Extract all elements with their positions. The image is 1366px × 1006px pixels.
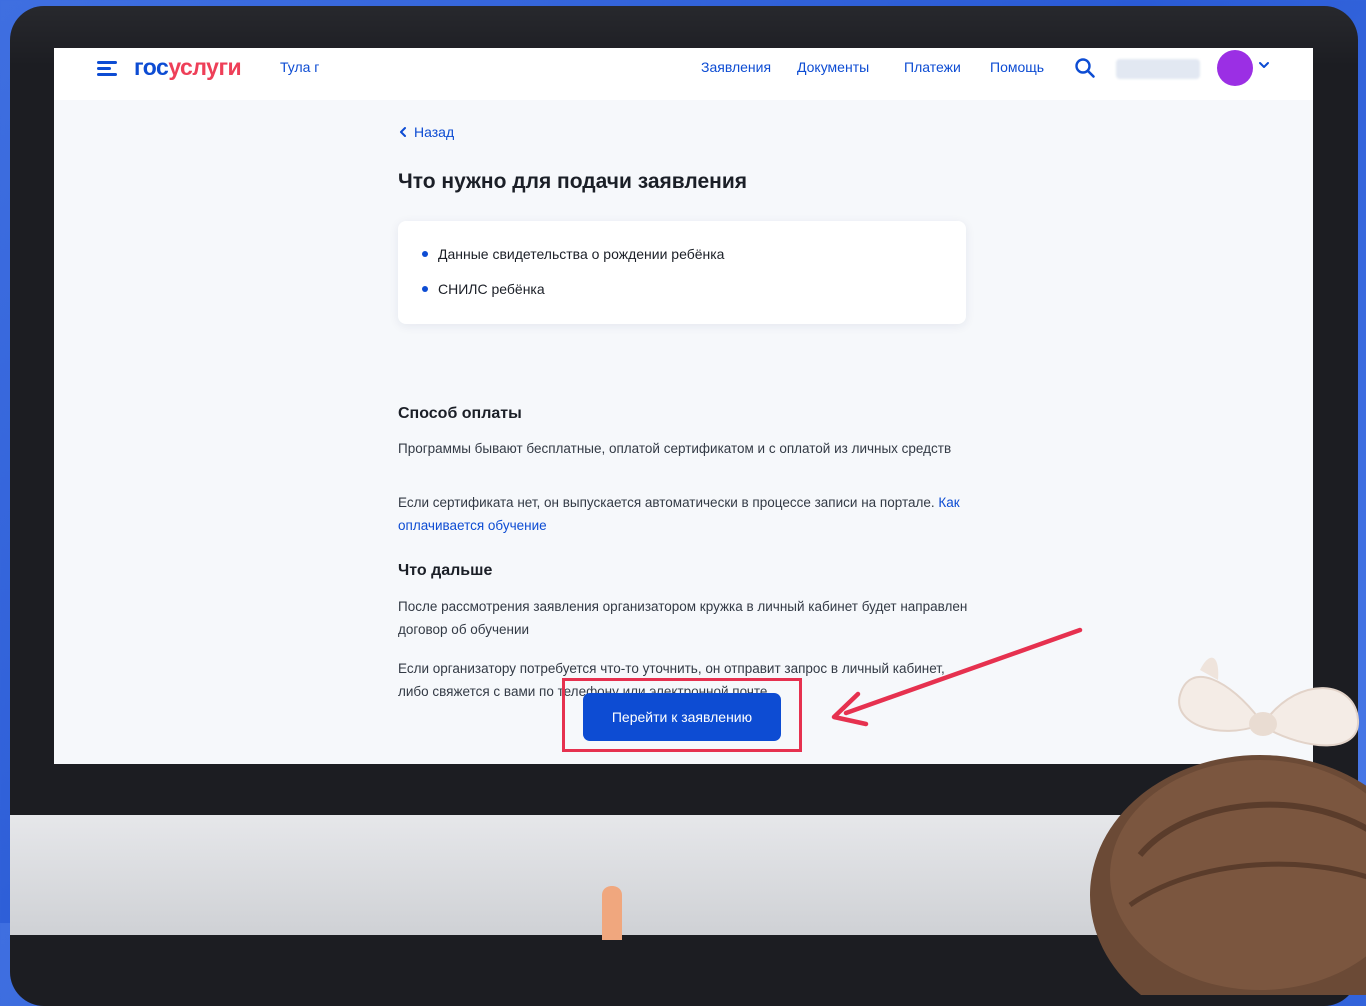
payment-text-1: Программы бывают бесплатные, оплатой сер… <box>398 441 952 456</box>
payment-text-2: Если сертификата нет, он выпускается авт… <box>398 491 968 537</box>
page-title: Что нужно для подачи заявления <box>398 170 748 193</box>
child-head-illustration <box>1090 755 1366 995</box>
menu-icon[interactable] <box>97 59 119 77</box>
go-to-application-button[interactable]: Перейти к заявлению <box>583 693 781 741</box>
logo-part-2: услуги <box>168 54 242 80</box>
requirement-item: СНИЛС ребёнка <box>422 281 545 297</box>
next-steps-text-1: После рассмотрения заявления организатор… <box>398 599 968 637</box>
requirement-text: СНИЛС ребёнка <box>438 281 545 297</box>
user-name-blurred[interactable] <box>1116 59 1200 79</box>
requirements-card: Данные свидетельства о рождении ребёнка … <box>398 221 966 324</box>
requirement-text: Данные свидетельства о рождении ребёнка <box>438 246 725 262</box>
avatar[interactable] <box>1217 50 1253 86</box>
nav-documents[interactable]: Документы <box>797 59 869 75</box>
payment-heading: Способ оплаты <box>398 405 522 422</box>
requirement-item: Данные свидетельства о рождении ребёнка <box>422 246 724 262</box>
pointing-finger-illustration <box>602 886 622 940</box>
region-selector[interactable]: Тула г <box>280 59 319 75</box>
gosuslugi-logo[interactable]: госуслуги <box>134 54 242 81</box>
browser-screen: госуслуги Тула г Заявления Документы Пла… <box>54 48 1313 764</box>
nav-applications[interactable]: Заявления <box>701 59 771 75</box>
chevron-down-icon[interactable] <box>1257 58 1271 72</box>
chevron-left-icon <box>400 127 406 137</box>
logo-part-1: гос <box>134 54 169 80</box>
back-link[interactable]: Назад <box>398 124 454 140</box>
back-label: Назад <box>414 124 455 140</box>
search-icon[interactable] <box>1074 57 1096 79</box>
payment-text-2-body: Если сертификата нет, он выпускается авт… <box>398 495 935 510</box>
nav-payments[interactable]: Платежи <box>904 59 961 75</box>
next-steps-heading: Что дальше <box>398 562 493 579</box>
bullet <box>422 251 428 257</box>
site-header: госуслуги Тула г Заявления Документы Пла… <box>54 48 1313 100</box>
bullet <box>422 286 428 292</box>
nav-help[interactable]: Помощь <box>990 59 1044 75</box>
